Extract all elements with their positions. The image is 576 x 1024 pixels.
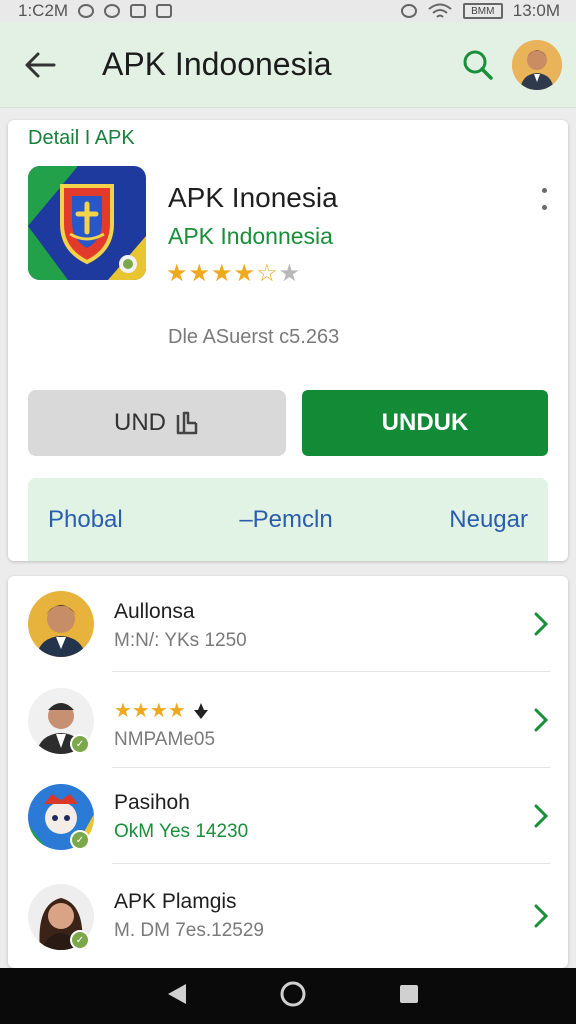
app-detail-card: Detail I APK APK Inonesia APK Indonnesia…	[8, 120, 568, 561]
dot-icon	[541, 205, 547, 210]
rating-stars-text: ★★★★	[114, 700, 186, 722]
list-item-subtitle: NMPAMe05	[114, 729, 216, 750]
list-item-text: ★★★★ NMPAMe05	[114, 698, 215, 751]
image-icon	[130, 4, 147, 18]
developer-link[interactable]: APK Indonnesia	[168, 223, 333, 250]
list-item-rating: ★★★★	[114, 698, 215, 723]
nav-home-button[interactable]	[279, 980, 307, 1013]
app-icon	[28, 166, 146, 280]
list-item-title: Aullonsa	[114, 600, 195, 623]
tab-phobal[interactable]: Phobal	[48, 506, 123, 534]
more-options-button[interactable]	[536, 184, 552, 214]
app-bar: APK Indoonesia	[0, 22, 576, 108]
chevron-right-icon	[530, 904, 552, 928]
notification-icon	[78, 4, 95, 18]
profile-avatar-button[interactable]	[512, 39, 562, 90]
list-item[interactable]: ✓ ★★★★ NMPAMe05	[8, 672, 568, 768]
tab-bar: Phobal –Pemcln Neugar	[28, 478, 548, 561]
star-icon: ★	[211, 260, 233, 287]
star-icon: ★	[233, 260, 256, 287]
page-title: APK Indoonesia	[102, 46, 332, 82]
verified-badge-icon: ✓	[70, 734, 90, 754]
shield-logo-icon	[28, 166, 146, 280]
avatar-icon	[512, 39, 562, 90]
breadcrumb[interactable]: Detail I APK	[28, 127, 135, 150]
download-button[interactable]: UNDUK	[302, 390, 548, 456]
lock-icon	[156, 4, 173, 18]
app-meta: Dle ASuerst c5.263	[168, 326, 340, 348]
system-nav-bar	[0, 968, 576, 1024]
search-icon	[463, 50, 493, 80]
share-icon	[176, 411, 198, 435]
list-item-text: Pasihoh OkM Yes 14230	[114, 791, 248, 843]
star-icon: ★	[166, 260, 188, 287]
pin-icon	[193, 702, 208, 719]
related-list: Aullonsa M:N/: YKs 1250 ✓ ★★★★ NMPAMe05	[8, 576, 568, 968]
status-left: 1:C2M	[18, 1, 173, 21]
chevron-right-icon	[530, 708, 552, 732]
avatar	[28, 591, 94, 657]
search-button[interactable]	[452, 22, 504, 108]
app-name: APK Inonesia	[168, 182, 338, 213]
chevron-right-icon	[530, 804, 552, 828]
battery-icon: BMM	[462, 3, 503, 19]
rating-stars: ★ ★ ★ ★ ☆ ★	[166, 262, 300, 286]
list-item-title: Pasihoh	[114, 791, 190, 814]
square-recents-icon	[400, 984, 419, 1003]
sync-icon	[104, 4, 121, 18]
silent-icon	[400, 4, 417, 18]
person-avatar-icon	[28, 591, 94, 657]
list-item[interactable]: Aullonsa M:N/: YKs 1250	[8, 576, 568, 672]
triangle-back-icon	[167, 983, 186, 1004]
list-item-text: Aullonsa M:N/: YKs 1250	[114, 600, 247, 652]
verified-badge-icon: ✓	[70, 830, 90, 850]
star-icon: ★	[278, 260, 301, 287]
list-item-subtitle: OkM Yes 14230	[114, 821, 249, 842]
list-item-title: APK Plamgis	[114, 890, 237, 913]
verified-badge-icon: ✓	[70, 930, 90, 950]
star-icon: ★	[188, 260, 211, 287]
wifi-icon	[428, 3, 452, 18]
nav-recents-button[interactable]	[398, 983, 420, 1010]
secondary-button-label: UND	[114, 409, 166, 436]
nav-back-button[interactable]	[166, 982, 188, 1011]
tab-neugar[interactable]: Neugar	[449, 506, 528, 534]
divider	[112, 863, 550, 864]
tab-pemcln[interactable]: –Pemcln	[239, 506, 332, 534]
arrow-left-icon	[25, 52, 56, 77]
dot-icon	[541, 188, 547, 193]
back-button[interactable]	[0, 22, 80, 108]
list-item-text: APK Plamgis M. DM 7es.12529	[114, 890, 264, 942]
list-item[interactable]: ✓ Pasihoh OkM Yes 14230	[8, 768, 568, 864]
list-item-subtitle: M:N/: YKs 1250	[114, 630, 247, 651]
list-item-subtitle: M. DM 7es.12529	[114, 920, 264, 941]
status-bar: 1:C2M BMM 13:0M	[0, 0, 576, 22]
secondary-button[interactable]: UND	[28, 390, 286, 456]
status-time-right: 13:0M	[512, 1, 560, 20]
status-time-left: 1:C2M	[18, 1, 69, 20]
list-item[interactable]: ✓ APK Plamgis M. DM 7es.12529	[8, 868, 568, 964]
star-outline-icon: ☆	[256, 260, 278, 287]
chevron-right-icon	[530, 612, 552, 636]
status-right: BMM 13:0M	[400, 1, 560, 21]
home-circle-icon	[280, 981, 306, 1006]
